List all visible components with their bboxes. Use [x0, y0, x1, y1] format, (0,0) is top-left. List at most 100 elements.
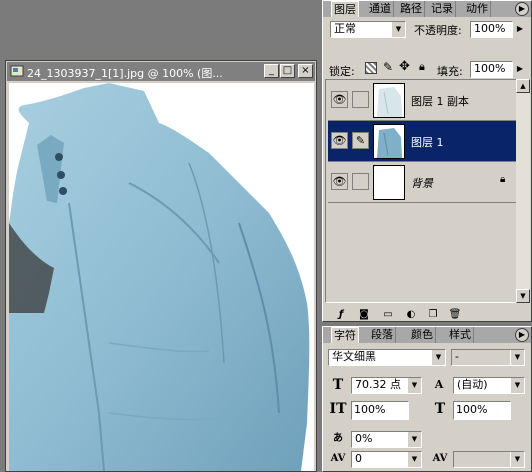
character-panel-tabs: 字符 段落 颜色 样式 ▶ [323, 327, 531, 343]
scroll-down-button[interactable]: ▼ [516, 289, 530, 303]
layer-name: 图层 1 副本 [411, 95, 469, 108]
minimize-button[interactable]: _ [264, 64, 279, 78]
chevron-down-icon: ▼ [407, 378, 421, 393]
new-layer-icon[interactable]: ❐ [425, 308, 441, 322]
arrow-down-icon: ▼ [520, 292, 526, 300]
tab-channels[interactable]: 通道 [367, 1, 394, 17]
scroll-track[interactable] [516, 93, 530, 289]
tsume-icon: あ [333, 433, 343, 444]
chevron-down-icon: ▼ [510, 350, 524, 365]
triangle-right-icon: ▶ [518, 330, 526, 339]
arrow-up-icon: ▲ [520, 82, 526, 90]
brush-icon[interactable]: ✎ [352, 132, 369, 149]
fill-input[interactable]: 100% [470, 61, 513, 78]
character-panel: 字符 段落 颜色 样式 ▶ 华文细黑 ▼ - ▼ T 70.32 点 ▼ A (… [322, 326, 532, 472]
trash-icon[interactable]: 🗑︎ [447, 308, 463, 322]
tsume-value: 0% [355, 432, 373, 445]
layer-row-layer1[interactable]: 👁︎ ✎ 图层 1 [328, 121, 519, 162]
tab-history[interactable]: 记录 [429, 1, 456, 17]
font-size-icon: T [332, 377, 344, 393]
fill-slider-button[interactable]: ▶ [513, 61, 527, 78]
tab-color[interactable]: 颜色 [409, 327, 436, 343]
lock-all-icon[interactable]: 🔒︎ [419, 60, 425, 74]
layers-scrollbar[interactable]: ▲ ▼ [516, 79, 530, 303]
chevron-down-icon: ▼ [510, 378, 524, 393]
panel-menu-button[interactable]: ▶ [515, 328, 529, 342]
layers-footer: ƒ ◙ ▭ ◐ ❐ 🗑︎ [323, 305, 531, 321]
triangle-right-icon: ▶ [516, 64, 524, 73]
layer-thumbnail [373, 83, 405, 118]
opacity-slider-button[interactable]: ▶ [513, 21, 527, 38]
horizontal-scale-icon: T [434, 401, 446, 417]
triangle-right-icon: ▶ [516, 24, 524, 33]
vertical-scale-input[interactable]: 100% [351, 401, 409, 420]
eye-icon[interactable]: 👁︎ [331, 173, 348, 190]
layer-name: 图层 1 [411, 136, 444, 149]
kerning-value: 0 [355, 452, 362, 465]
image-canvas[interactable] [9, 83, 314, 471]
layer-thumbnail [373, 165, 405, 200]
eye-icon[interactable]: 👁︎ [331, 91, 348, 108]
tab-label: 通道 [369, 2, 391, 15]
font-style-select[interactable]: - ▼ [451, 349, 525, 366]
fill-value: 100% [474, 62, 506, 75]
tab-label: 记录 [431, 2, 453, 15]
close-button[interactable]: × [298, 64, 313, 78]
fill-label: 填充: [437, 65, 463, 78]
layers-list: 👁︎ 图层 1 副本 👁︎ ✎ 图层 1 👁︎ 背景 🔒︎ [325, 79, 519, 303]
layer-name: 背景 [411, 177, 433, 190]
chevron-down-icon: ▼ [431, 350, 445, 365]
horizontal-scale-input[interactable]: 100% [453, 401, 511, 420]
tracking-icon: AV [432, 453, 448, 464]
tab-layers[interactable]: 图层 [331, 1, 359, 17]
adjustment-layer-icon[interactable]: ◐ [403, 308, 419, 322]
leading-icon: A [434, 378, 444, 391]
layer-style-icon[interactable]: ƒ [333, 308, 349, 322]
tab-actions[interactable]: 动作 [464, 1, 491, 17]
layer-mask-icon[interactable]: ◙ [356, 308, 372, 322]
tab-paths[interactable]: 路径 [398, 1, 425, 17]
tab-label: 段落 [371, 328, 393, 341]
layer-thumbnail [373, 124, 405, 159]
lock-label: 锁定: [329, 65, 355, 78]
maximize-icon: □ [282, 65, 293, 76]
opacity-label: 不透明度: [414, 24, 462, 37]
opacity-value: 100% [474, 22, 506, 35]
layer-row-background[interactable]: 👁︎ 背景 🔒︎ [328, 162, 519, 203]
lock-move-icon[interactable]: ✥ [399, 59, 410, 74]
font-size-input[interactable]: 70.32 点 ▼ [351, 377, 422, 394]
horizontal-scale-value: 100% [456, 403, 488, 416]
layers-panel-tabs: 图层 通道 路径 记录 动作 ▶ [323, 1, 531, 17]
layer-link-box[interactable] [352, 91, 369, 108]
vertical-scale-value: 100% [354, 403, 386, 416]
maximize-button[interactable]: □ [280, 64, 295, 78]
font-family-value: 华文细黑 [332, 350, 376, 363]
leading-input[interactable]: (自动) ▼ [453, 377, 525, 394]
document-window: 24_1303937_1[1].jpg @ 100% (图... _ □ × [5, 60, 317, 472]
tsume-input[interactable]: 0% ▼ [351, 431, 422, 448]
opacity-input[interactable]: 100% [470, 21, 513, 38]
new-group-icon[interactable]: ▭ [380, 308, 396, 322]
blend-mode-select[interactable]: 正常 ▼ [330, 21, 406, 38]
panel-menu-button[interactable]: ▶ [515, 2, 529, 16]
document-titlebar[interactable]: 24_1303937_1[1].jpg @ 100% (图... _ □ × [7, 62, 315, 81]
lock-transparency-icon[interactable] [365, 62, 377, 74]
tab-character[interactable]: 字符 [331, 327, 359, 343]
chevron-down-icon: ▼ [407, 452, 421, 467]
font-family-select[interactable]: 华文细黑 ▼ [328, 349, 446, 366]
photoshop-doc-icon [10, 64, 24, 78]
tab-label: 样式 [449, 328, 471, 341]
tracking-input[interactable]: ▼ [453, 451, 525, 468]
tab-label: 图层 [334, 3, 356, 16]
layer-row-copy[interactable]: 👁︎ 图层 1 副本 [328, 80, 519, 121]
tab-paragraph[interactable]: 段落 [369, 327, 396, 343]
scroll-up-button[interactable]: ▲ [516, 79, 530, 93]
tab-styles[interactable]: 样式 [447, 327, 474, 343]
kerning-input[interactable]: 0 ▼ [351, 451, 422, 468]
minimize-icon: _ [269, 65, 274, 76]
font-style-value: - [455, 350, 459, 363]
layer-link-box[interactable] [352, 173, 369, 190]
eye-icon[interactable]: 👁︎ [331, 132, 348, 149]
document-title: 24_1303937_1[1].jpg @ 100% (图... [27, 67, 223, 80]
lock-paint-icon[interactable]: ✎ [383, 60, 393, 74]
